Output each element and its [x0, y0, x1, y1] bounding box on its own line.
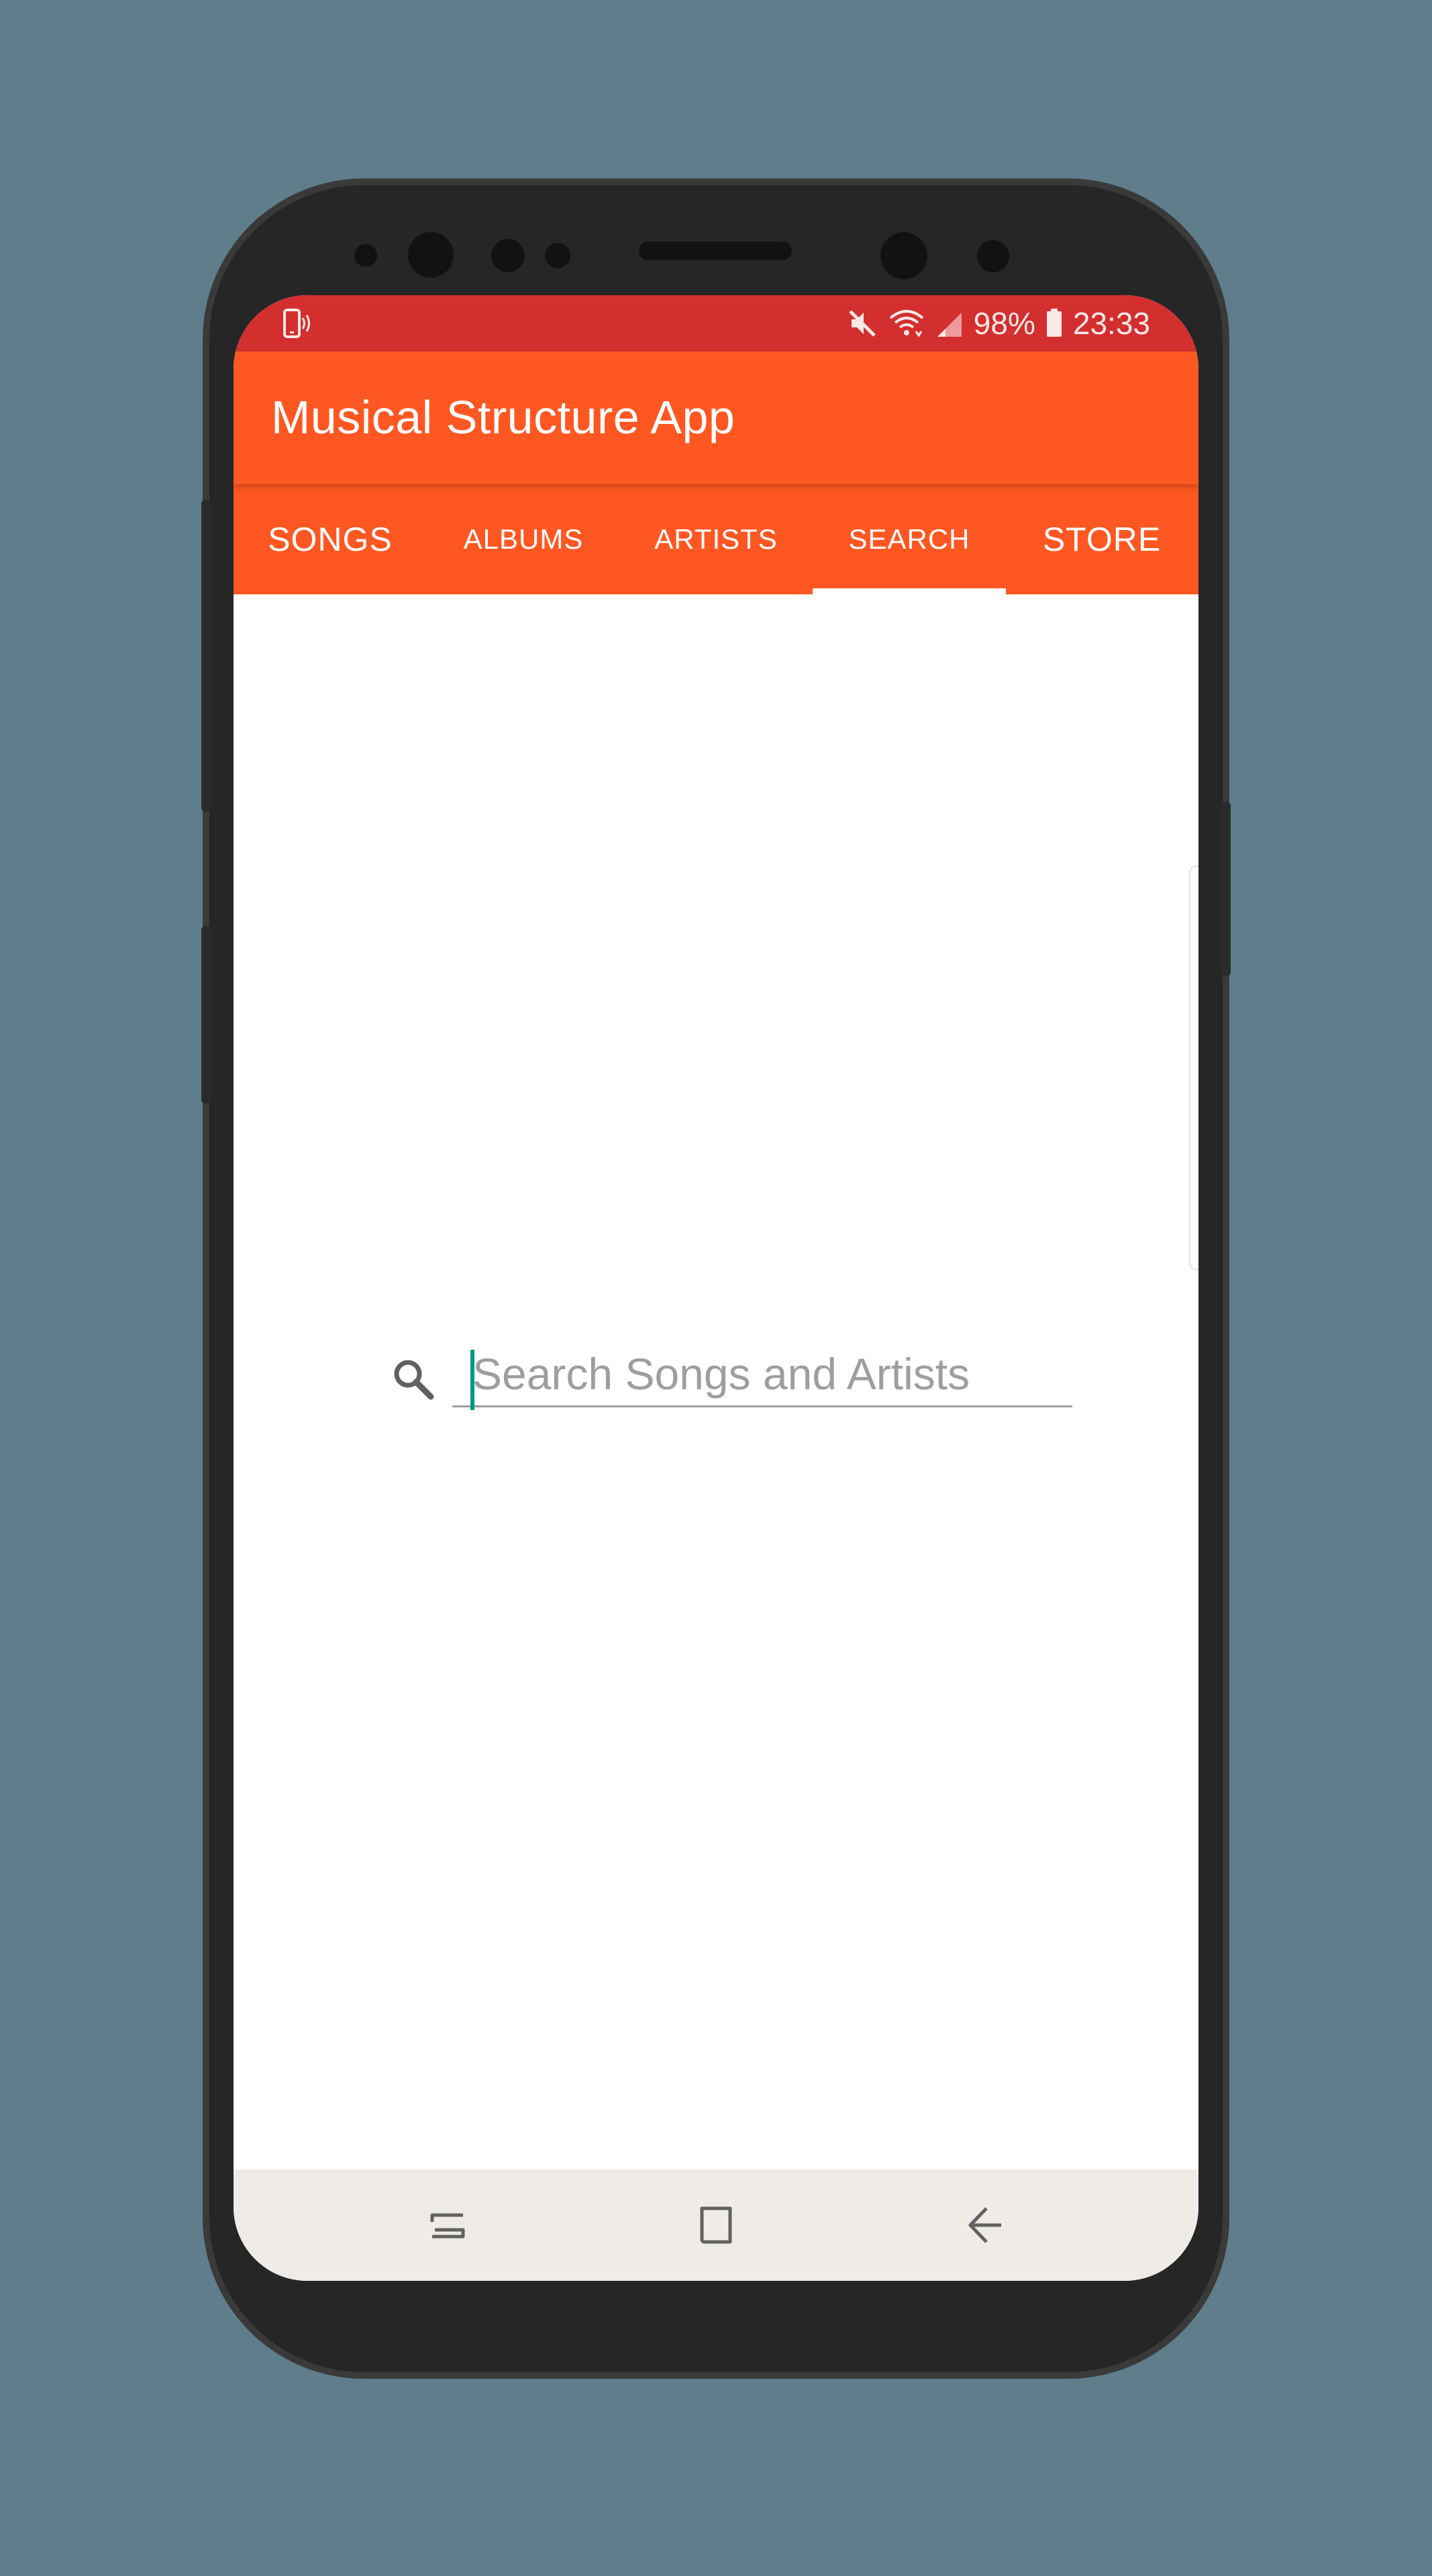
- earpiece-speaker: [639, 241, 792, 260]
- search-icon: [394, 1360, 434, 1400]
- recents-button[interactable]: [419, 2196, 476, 2254]
- tab-artists[interactable]: ARTISTS: [619, 484, 813, 594]
- home-icon: [700, 2206, 732, 2244]
- tab-store[interactable]: STORE: [1005, 484, 1198, 594]
- sensor-dot: [545, 243, 570, 268]
- sensor-dot: [408, 232, 454, 278]
- power-button: [1221, 802, 1231, 976]
- navigation-bar: [234, 2169, 1198, 2281]
- bixby-button: [201, 926, 211, 1104]
- volume-up-button: [201, 500, 211, 812]
- recents-icon: [430, 2213, 465, 2239]
- sensor-dot: [491, 239, 525, 272]
- front-camera: [880, 232, 927, 279]
- text-cursor: [470, 1350, 474, 1410]
- tab-selected-indicator: [813, 588, 1006, 594]
- sensor-dot: [354, 244, 377, 267]
- back-button[interactable]: [956, 2196, 1013, 2254]
- device-screen: 98% 23:33 Musical Structure App SONGS AL…: [234, 295, 1198, 2281]
- search-input[interactable]: [452, 1342, 1072, 1407]
- tab-search[interactable]: SEARCH: [813, 484, 1006, 594]
- app-bar: Musical Structure App: [234, 352, 1198, 484]
- app-title: Musical Structure App: [271, 391, 735, 443]
- home-button[interactable]: [687, 2196, 745, 2254]
- back-icon: [968, 2207, 1001, 2243]
- edge-panel-handle[interactable]: [1189, 865, 1198, 1271]
- tab-albums[interactable]: ALBUMS: [427, 484, 620, 594]
- tab-songs[interactable]: SONGS: [234, 484, 427, 594]
- tab-bar: SONGS ALBUMS ARTISTS SEARCH STORE: [234, 484, 1198, 594]
- sensor-dot: [977, 240, 1009, 272]
